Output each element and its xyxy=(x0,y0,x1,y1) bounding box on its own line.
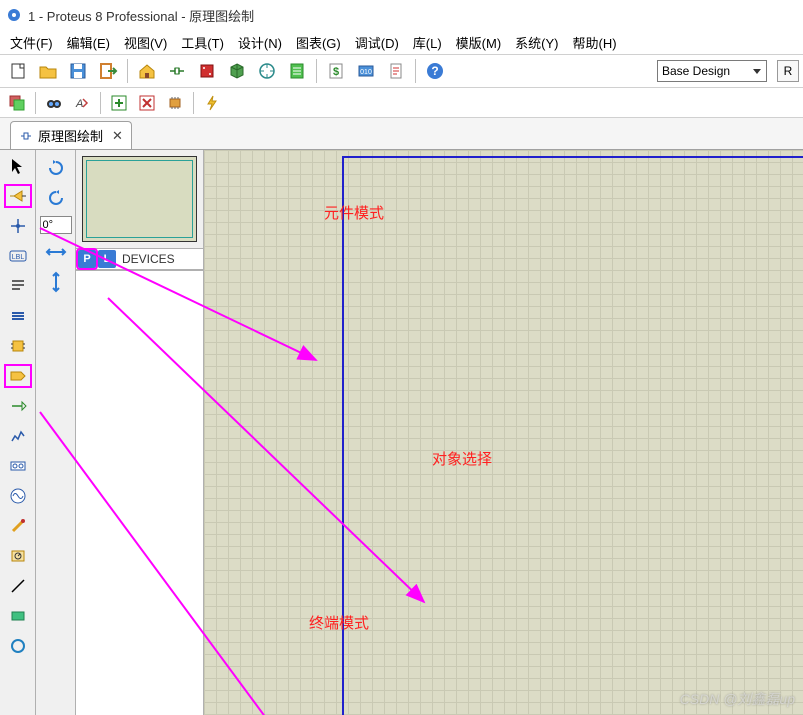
r-button[interactable]: R xyxy=(777,60,799,82)
binoculars-icon[interactable] xyxy=(41,90,67,116)
pick-button[interactable]: P xyxy=(78,250,96,268)
terminal-mode-icon[interactable] xyxy=(4,364,32,388)
subcircuit-icon[interactable] xyxy=(4,334,32,358)
component-mode-icon[interactable] xyxy=(4,184,32,208)
menubar: 文件(F) 编辑(E) 视图(V) 工具(T) 设计(N) 图表(G) 调试(D… xyxy=(0,30,803,54)
schematic-canvas[interactable]: 元件模式 对象选择 终端模式 xyxy=(204,150,803,715)
svg-text:$: $ xyxy=(333,66,339,78)
tab-close-icon[interactable]: ✕ xyxy=(112,128,123,144)
menu-system[interactable]: 系统(Y) xyxy=(509,31,564,54)
add-icon[interactable] xyxy=(106,90,132,116)
bolt-icon[interactable] xyxy=(199,90,225,116)
transform-toolbar xyxy=(36,150,76,715)
design-select[interactable]: Base Design xyxy=(657,60,767,82)
rotate-ccw-icon[interactable] xyxy=(43,186,69,210)
save-icon[interactable] xyxy=(64,57,92,85)
svg-text:?: ? xyxy=(431,64,438,78)
menu-help[interactable]: 帮助(H) xyxy=(567,31,623,54)
pin-icon[interactable] xyxy=(4,394,32,418)
preview-box xyxy=(82,156,197,242)
library-button[interactable]: L xyxy=(98,250,116,268)
dollar-icon[interactable]: $ xyxy=(322,57,350,85)
rect-2d-icon[interactable] xyxy=(4,604,32,628)
menu-template[interactable]: 模版(M) xyxy=(450,31,508,54)
workarea: LBL P L DEVICES 元件模式 对象选 xyxy=(0,150,803,715)
menu-library[interactable]: 库(L) xyxy=(407,31,448,54)
svg-text:LBL: LBL xyxy=(11,254,24,261)
mode-toolbar: LBL xyxy=(0,150,36,715)
rotate-cw-icon[interactable] xyxy=(43,156,69,180)
delete-icon[interactable] xyxy=(134,90,160,116)
menu-file[interactable]: 文件(F) xyxy=(4,31,59,54)
exit-icon[interactable] xyxy=(94,57,122,85)
junction-icon[interactable] xyxy=(4,214,32,238)
window-title: 1 - Proteus 8 Professional - 原理图绘制 xyxy=(28,6,254,25)
schematic-icon[interactable] xyxy=(163,57,191,85)
mirror-v-icon[interactable] xyxy=(43,270,69,294)
bom-icon[interactable] xyxy=(283,57,311,85)
menu-debug[interactable]: 调试(D) xyxy=(349,31,405,54)
bus-icon[interactable] xyxy=(4,304,32,328)
package-icon[interactable] xyxy=(162,90,188,116)
menu-edit[interactable]: 编辑(E) xyxy=(61,31,116,54)
layers-icon[interactable] xyxy=(4,90,30,116)
home-icon[interactable] xyxy=(133,57,161,85)
tab-label: 原理图绘制 xyxy=(38,126,103,145)
main-toolbar: $ 010 ? Base Design R xyxy=(0,54,803,88)
sheet-border xyxy=(342,156,803,715)
preview-panel: P L DEVICES xyxy=(76,150,204,715)
gerber-icon[interactable] xyxy=(253,57,281,85)
open-file-icon[interactable] xyxy=(34,57,62,85)
pointer-icon[interactable] xyxy=(4,154,32,178)
replace-icon[interactable]: A xyxy=(69,90,95,116)
watermark: CSDN @刘鑫磊up xyxy=(680,689,795,709)
report-icon[interactable] xyxy=(382,57,410,85)
tape-icon[interactable] xyxy=(4,454,32,478)
help-icon[interactable]: ? xyxy=(421,57,449,85)
svg-text:010: 010 xyxy=(360,69,372,76)
text-script-icon[interactable] xyxy=(4,274,32,298)
devices-label: DEVICES xyxy=(122,252,175,266)
instrument-icon[interactable] xyxy=(4,544,32,568)
menu-design[interactable]: 设计(N) xyxy=(232,31,288,54)
tab-schematic[interactable]: 原理图绘制 ✕ xyxy=(10,121,132,149)
3d-icon[interactable] xyxy=(223,57,251,85)
new-file-icon[interactable] xyxy=(4,57,32,85)
mirror-h-icon[interactable] xyxy=(43,240,69,264)
menu-view[interactable]: 视图(V) xyxy=(118,31,173,54)
binary-icon[interactable]: 010 xyxy=(352,57,380,85)
menu-tools[interactable]: 工具(T) xyxy=(175,31,230,54)
generator-icon[interactable] xyxy=(4,484,32,508)
device-list[interactable] xyxy=(76,270,203,715)
probe-icon[interactable] xyxy=(4,514,32,538)
schematic-tab-icon xyxy=(19,129,33,143)
line-2d-icon[interactable] xyxy=(4,574,32,598)
object-selector-header: P L DEVICES xyxy=(76,248,203,270)
svg-text:A: A xyxy=(75,98,83,110)
graph-icon[interactable] xyxy=(4,424,32,448)
pcb-icon[interactable] xyxy=(193,57,221,85)
angle-input[interactable] xyxy=(40,216,72,234)
label-icon[interactable]: LBL xyxy=(4,244,32,268)
tabbar: 原理图绘制 ✕ xyxy=(0,118,803,150)
secondary-toolbar: A xyxy=(0,88,803,118)
menu-graph[interactable]: 图表(G) xyxy=(290,31,347,54)
app-logo-icon xyxy=(6,7,22,23)
circle-2d-icon[interactable] xyxy=(4,634,32,658)
titlebar: 1 - Proteus 8 Professional - 原理图绘制 xyxy=(0,0,803,30)
